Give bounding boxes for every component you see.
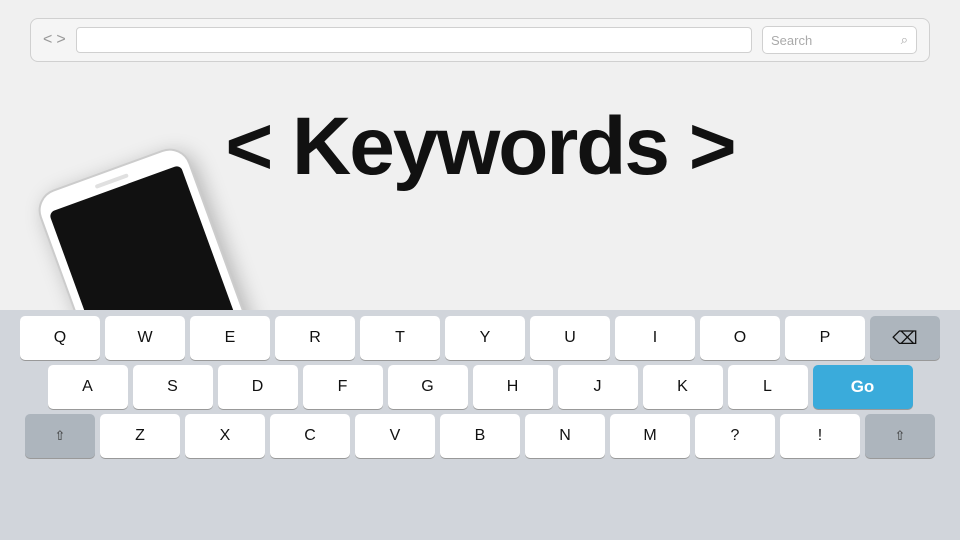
key-x[interactable]: X [185,414,265,458]
key-v[interactable]: V [355,414,435,458]
key-k[interactable]: K [643,365,723,409]
key-f[interactable]: F [303,365,383,409]
key-t[interactable]: T [360,316,440,360]
key-row-2: A S D F G H J K L Go [4,365,956,409]
key-d[interactable]: D [218,365,298,409]
key-g[interactable]: G [388,365,468,409]
key-z[interactable]: Z [100,414,180,458]
browser-bar: < > Search ⌕ [30,18,930,62]
back-button[interactable]: < [43,32,52,48]
key-q[interactable]: Q [20,316,100,360]
key-h[interactable]: H [473,365,553,409]
key-a[interactable]: A [48,365,128,409]
search-label: Search [771,33,812,48]
search-box[interactable]: Search ⌕ [762,26,917,54]
shift-key-right[interactable]: ⇧ [865,414,935,458]
key-e[interactable]: E [190,316,270,360]
key-i[interactable]: I [615,316,695,360]
key-n[interactable]: N [525,414,605,458]
key-b[interactable]: B [440,414,520,458]
forward-button[interactable]: > [56,32,65,48]
keyboard: Q W E R T Y U I O P ⌫ A S D F G H J K L … [0,310,960,540]
go-button[interactable]: Go [813,365,913,409]
key-m[interactable]: M [610,414,690,458]
search-icon: ⌕ [901,32,908,48]
key-y[interactable]: Y [445,316,525,360]
shift-key[interactable]: ⇧ [25,414,95,458]
key-s[interactable]: S [133,365,213,409]
key-p[interactable]: P [785,316,865,360]
address-bar[interactable] [76,27,752,53]
keyboard-rows: Q W E R T Y U I O P ⌫ A S D F G H J K L … [4,316,956,458]
backspace-key[interactable]: ⌫ [870,316,940,360]
key-r[interactable]: R [275,316,355,360]
key-o[interactable]: O [700,316,780,360]
key-u[interactable]: U [530,316,610,360]
key-row-1: Q W E R T Y U I O P ⌫ [4,316,956,360]
key-question[interactable]: ? [695,414,775,458]
key-j[interactable]: J [558,365,638,409]
key-exclaim[interactable]: ! [780,414,860,458]
key-c[interactable]: C [270,414,350,458]
key-w[interactable]: W [105,316,185,360]
key-l[interactable]: L [728,365,808,409]
nav-buttons: < > [43,32,66,48]
key-row-3: ⇧ Z X C V B N M ? ! ⇧ [4,414,956,458]
